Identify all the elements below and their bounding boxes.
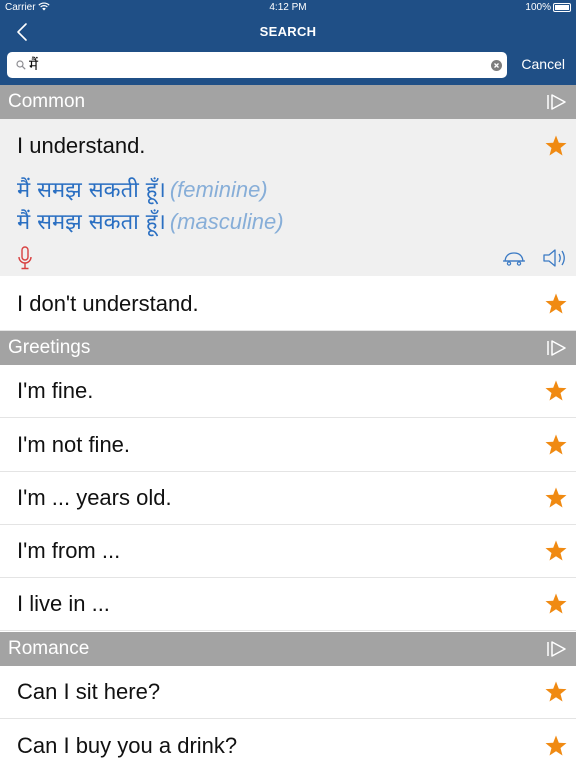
phrase-text: I'm not fine. — [17, 432, 131, 457]
speaker-icon[interactable] — [542, 247, 568, 269]
expanded-phrase-row[interactable]: I understand. मैं समझ सकती हूँ। (feminine… — [0, 119, 576, 276]
search-icon — [16, 60, 26, 70]
star-icon[interactable] — [544, 433, 568, 457]
section-header-romance: Romance — [0, 632, 576, 666]
top-bar: Carrier 4:12 PM 100% SEARCH मैं Cancel — [0, 0, 576, 85]
phrase-text: I understand. — [17, 133, 146, 158]
phrase-text: I'm ... years old. — [17, 485, 172, 510]
gender-label: (masculine) — [169, 209, 284, 234]
phrase-text: I live in ... — [17, 591, 110, 616]
translation-text: मैं समझ सकता हूँ। — [17, 210, 166, 235]
clear-icon[interactable] — [491, 60, 502, 71]
star-icon[interactable] — [544, 539, 568, 563]
star-icon[interactable] — [544, 680, 568, 704]
section-title: Greetings — [8, 337, 91, 358]
star-icon[interactable] — [544, 292, 568, 316]
turtle-icon[interactable] — [502, 250, 526, 266]
star-icon[interactable] — [544, 734, 568, 758]
star-icon[interactable] — [544, 592, 568, 616]
phrase-row[interactable]: I don't understand. — [0, 278, 576, 331]
play-all-icon[interactable] — [546, 340, 568, 356]
star-icon[interactable] — [544, 134, 568, 158]
microphone-icon[interactable] — [17, 246, 33, 272]
phrase-row[interactable]: Can I sit here? — [0, 666, 576, 719]
cancel-button[interactable]: Cancel — [521, 56, 565, 72]
search-input[interactable] — [29, 54, 469, 76]
phrase-text: I'm from ... — [17, 538, 121, 563]
section-title: Romance — [8, 638, 90, 659]
star-icon[interactable] — [544, 486, 568, 510]
status-time: 4:12 PM — [269, 2, 307, 13]
battery-icon — [553, 3, 571, 12]
phrase-text: Can I sit here? — [17, 679, 161, 704]
star-icon[interactable] — [544, 379, 568, 403]
search-box[interactable] — [7, 52, 507, 78]
play-all-icon[interactable] — [546, 94, 568, 110]
battery-percent: 100% — [525, 2, 551, 13]
section-title: Common — [8, 91, 86, 112]
search-row: Cancel — [0, 50, 576, 80]
phrase-text: Can I buy you a drink? — [17, 733, 238, 758]
status-bar: Carrier 4:12 PM 100% — [0, 0, 576, 16]
section-header-greetings: Greetings — [0, 331, 576, 365]
phrase-row[interactable]: Can I buy you a drink? — [0, 720, 576, 768]
phrase-text: I'm fine. — [17, 378, 94, 403]
nav-bar: SEARCH — [0, 16, 576, 48]
translation-masculine: मैं समझ सकता हूँ। (masculine) — [17, 206, 284, 236]
translation-feminine: मैं समझ सकती हूँ। (feminine) — [17, 174, 268, 204]
phrase-row[interactable]: I'm fine. — [0, 365, 576, 418]
phrase-row[interactable]: I'm not fine. — [0, 419, 576, 472]
phrase-row[interactable]: I live in ... — [0, 578, 576, 631]
phrase-row[interactable]: I'm ... years old. — [0, 472, 576, 525]
play-all-icon[interactable] — [546, 641, 568, 657]
phrase-row[interactable]: I'm from ... — [0, 525, 576, 578]
phrase-text: I don't understand. — [17, 291, 199, 316]
page-title: SEARCH — [259, 24, 317, 39]
section-header-common: Common — [0, 85, 576, 119]
gender-label: (feminine) — [169, 177, 268, 202]
translation-text: मैं समझ सकती हूँ। — [17, 178, 166, 203]
